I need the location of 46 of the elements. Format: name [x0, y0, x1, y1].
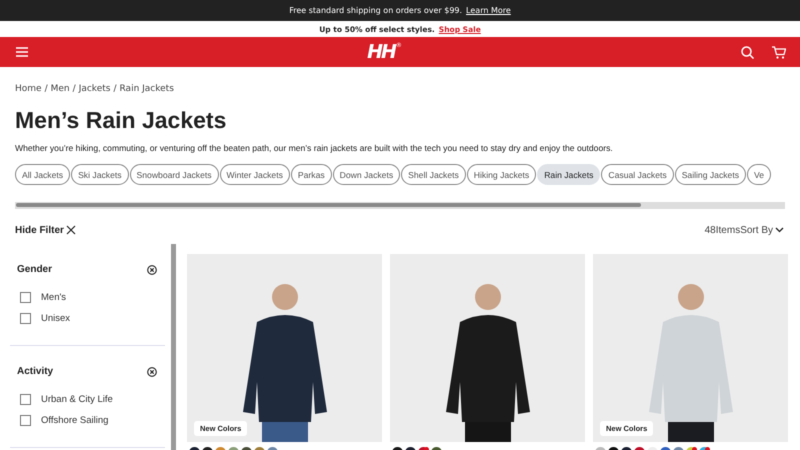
category-chip[interactable]: Snowboard Jackets: [130, 164, 219, 185]
category-chip[interactable]: Parkas: [290, 164, 332, 185]
breadcrumb-link[interactable]: Men: [50, 84, 70, 94]
item-count: 48Items: [704, 224, 740, 236]
category-chip[interactable]: All Jackets: [15, 164, 70, 185]
learn-more-link[interactable]: Learn More: [466, 6, 511, 15]
product-photo[interactable]: [390, 254, 585, 442]
category-chip[interactable]: Winter Jackets: [220, 164, 290, 185]
chevron-down-icon: [775, 227, 784, 233]
breadcrumb-separator: /: [113, 84, 116, 94]
sidebar-scrollbar[interactable]: [171, 244, 176, 450]
breadcrumb-link[interactable]: Rain Jackets: [120, 84, 174, 94]
breadcrumb-link[interactable]: Jackets: [78, 84, 110, 94]
checkbox[interactable]: [20, 394, 31, 405]
shipping-text: Free standard shipping on orders over $99.: [289, 6, 462, 15]
category-chip[interactable]: Rain Jackets: [537, 164, 600, 185]
scrollbar-thumb[interactable]: [16, 203, 641, 207]
sort-by-button[interactable]: Sort By: [740, 224, 784, 236]
checkbox[interactable]: [20, 415, 31, 426]
breadcrumb-link[interactable]: Home: [15, 84, 42, 94]
category-chip[interactable]: Casual Jackets: [601, 164, 674, 185]
filter-option-label[interactable]: Offshore Sailing: [41, 415, 108, 426]
close-circle-icon[interactable]: [147, 366, 157, 376]
category-chip[interactable]: Down Jackets: [332, 164, 400, 185]
filter-option-label[interactable]: Men's: [41, 292, 66, 303]
page-title: Men’s Rain Jackets: [15, 106, 228, 135]
checkbox[interactable]: [20, 313, 31, 324]
close-icon: [66, 225, 76, 235]
breadcrumb-separator: /: [44, 84, 48, 94]
search-icon[interactable]: [741, 46, 754, 58]
close-circle-icon[interactable]: [147, 264, 157, 274]
category-chip[interactable]: Ski Jackets: [71, 164, 129, 185]
cart-icon[interactable]: [772, 46, 786, 58]
category-chip[interactable]: Ve: [747, 164, 772, 185]
filter-heading[interactable]: Activity: [17, 366, 54, 377]
category-description: Whether you’re hiking, commuting, or venturing off the beaten path, our men’s rain jackets are built with the tech you need to stay dry and enjoy the outdoors.: [15, 143, 614, 155]
category-chip[interactable]: Hiking Jackets: [466, 164, 536, 185]
breadcrumb-separator: /: [72, 84, 76, 94]
checkbox[interactable]: [20, 292, 31, 303]
filter-heading[interactable]: Gender: [17, 264, 52, 275]
menu-icon[interactable]: [16, 47, 28, 57]
hide-filter-button[interactable]: Hide Filter: [15, 224, 76, 236]
category-chip[interactable]: Sailing Jackets: [674, 164, 746, 185]
category-chip[interactable]: Shell Jackets: [401, 164, 466, 185]
filter-option-label[interactable]: Urban & City Life: [41, 394, 113, 405]
filter-option-label[interactable]: Unisex: [41, 313, 70, 324]
